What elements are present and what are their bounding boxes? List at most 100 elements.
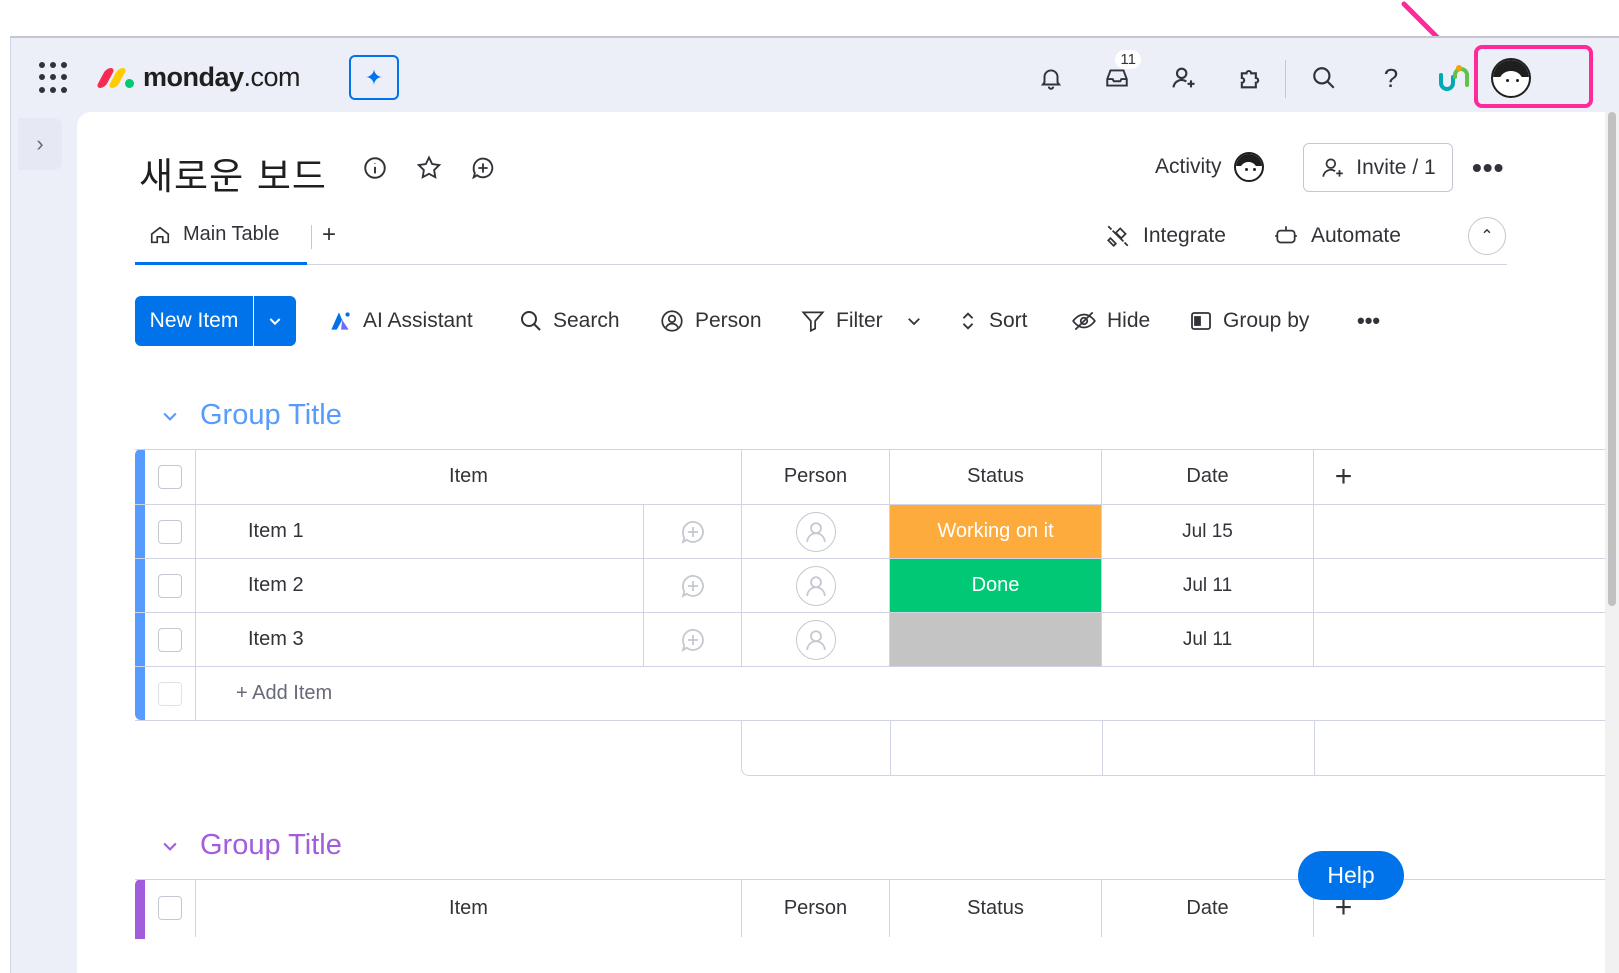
monday-logo[interactable]: monday.com <box>95 62 301 93</box>
select-all-checkbox[interactable] <box>158 896 182 920</box>
new-item-button[interactable]: New Item <box>135 296 296 346</box>
scrollbar-thumb[interactable] <box>1608 112 1616 606</box>
logo-suffix-text: .com <box>243 62 301 92</box>
search-icon <box>1313 67 1335 89</box>
item-name[interactable]: Item 2 <box>195 559 643 612</box>
add-item-input[interactable]: + Add Item <box>195 667 1619 720</box>
activity-label: Activity <box>1155 155 1222 178</box>
group-header[interactable]: Group Title <box>160 829 342 862</box>
sort-icon <box>962 312 974 330</box>
search-button[interactable] <box>1304 58 1344 98</box>
add-update-button[interactable] <box>643 505 741 558</box>
invite-members-button[interactable] <box>1164 58 1204 98</box>
item-name[interactable]: Item 1 <box>195 505 643 558</box>
person-label: Person <box>695 309 762 332</box>
column-header-item[interactable]: Item <box>195 449 741 504</box>
info-icon[interactable] <box>359 152 391 184</box>
row-checkbox[interactable] <box>158 519 182 544</box>
empty-person-icon <box>795 619 836 660</box>
monday-logo-mark-icon <box>95 66 137 90</box>
apps-marketplace-button[interactable] <box>1230 58 1270 98</box>
column-header-item[interactable]: Item <box>195 879 741 937</box>
add-person-icon <box>1172 67 1195 88</box>
date-cell[interactable]: Jul 15 <box>1101 505 1313 558</box>
vertical-scrollbar[interactable] <box>1605 112 1619 973</box>
inbox-button[interactable]: 11 <box>1097 50 1141 98</box>
column-header-date[interactable]: Date <box>1101 879 1313 937</box>
board-area: 새로운 보드 Activity Invite / 1 ••• Main Tabl… <box>77 112 1619 973</box>
add-update-button[interactable] <box>643 559 741 612</box>
activity-button[interactable]: Activity <box>1155 152 1264 182</box>
bell-icon <box>1040 69 1062 90</box>
sort-button[interactable]: Sort <box>957 296 1028 346</box>
new-item-label: New Item <box>149 309 239 332</box>
chevron-right-icon: › <box>36 131 44 156</box>
chevron-down-icon[interactable] <box>160 836 180 856</box>
chevron-down-icon[interactable] <box>160 406 180 426</box>
board-more-button[interactable]: ••• <box>1472 152 1504 184</box>
expand-sidebar-button[interactable]: › <box>18 118 62 170</box>
group-title[interactable]: Group Title <box>200 399 342 432</box>
user-avatar[interactable] <box>1489 56 1533 100</box>
person-filter-button[interactable]: Person <box>659 296 762 346</box>
add-item-checkbox <box>158 681 182 706</box>
help-question-button[interactable]: ? <box>1371 58 1411 98</box>
filter-button[interactable]: Filter <box>800 296 923 346</box>
date-cell[interactable]: Jul 11 <box>1101 559 1313 612</box>
hide-button[interactable]: Hide <box>1071 296 1150 346</box>
add-update-button[interactable] <box>643 613 741 666</box>
person-cell[interactable] <box>741 559 889 612</box>
table-row: Item 3 Jul 11 <box>135 613 1619 667</box>
activity-avatar-icon <box>1233 152 1264 182</box>
tab-main-table[interactable]: Main Table <box>135 207 307 265</box>
date-cell[interactable]: Jul 11 <box>1101 613 1313 666</box>
column-header-status[interactable]: Status <box>889 449 1101 504</box>
notifications-button[interactable] <box>1031 58 1071 98</box>
table-row: Item 1 Working on it Jul 15 <box>135 505 1619 559</box>
eye-slash-icon <box>1072 311 1096 331</box>
star-icon[interactable] <box>413 152 445 184</box>
invite-button[interactable]: Invite / 1 <box>1303 143 1453 192</box>
add-update-icon[interactable] <box>467 152 499 184</box>
column-header-person[interactable]: Person <box>741 449 889 504</box>
chevron-down-icon[interactable] <box>905 312 923 330</box>
group-title[interactable]: Group Title <box>200 829 342 862</box>
group-header[interactable]: Group Title <box>160 399 342 432</box>
group-by-label: Group by <box>1223 309 1310 332</box>
ai-assistant-label: AI Assistant <box>363 309 473 332</box>
summary-row <box>741 721 1619 776</box>
toolbar-more-button[interactable]: ••• <box>1357 296 1380 346</box>
new-item-dropdown-button[interactable] <box>253 296 296 346</box>
help-button[interactable]: Help <box>1298 851 1404 900</box>
add-view-button[interactable]: + <box>322 221 336 249</box>
board-title[interactable]: 새로운 보드 <box>139 146 327 200</box>
search-icon <box>521 311 541 331</box>
ai-assistant-button[interactable]: AI Assistant <box>327 296 473 346</box>
row-checkbox[interactable] <box>158 627 182 652</box>
board-toolbar: New Item AI Assistant Search Person Filt… <box>135 296 1435 346</box>
person-cell[interactable] <box>741 613 889 666</box>
invite-label: Invite / 1 <box>1356 155 1436 179</box>
integrate-button[interactable]: Integrate <box>1105 223 1226 249</box>
add-column-button[interactable]: + <box>1313 449 1373 504</box>
select-all-checkbox[interactable] <box>158 464 182 489</box>
sparkle-icon: ✦ <box>364 64 384 90</box>
collapse-header-button[interactable]: ⌃ <box>1468 217 1506 255</box>
ai-sparkle-button[interactable]: ✦ <box>349 55 399 100</box>
row-checkbox[interactable] <box>158 573 182 598</box>
automate-label: Automate <box>1311 224 1401 247</box>
workspace-switcher-button[interactable] <box>1434 58 1474 98</box>
item-name[interactable]: Item 3 <box>195 613 643 666</box>
person-cell[interactable] <box>741 505 889 558</box>
status-cell[interactable]: Done <box>889 559 1101 612</box>
automate-button[interactable]: Automate <box>1273 223 1401 249</box>
column-header-person[interactable]: Person <box>741 879 889 937</box>
search-board-button[interactable]: Search <box>519 296 620 346</box>
top-bar: monday.com ✦ 11 ? <box>11 36 1619 112</box>
group-by-button[interactable]: Group by <box>1189 296 1309 346</box>
status-cell[interactable] <box>889 613 1101 666</box>
status-cell[interactable]: Working on it <box>889 505 1101 558</box>
column-header-status[interactable]: Status <box>889 879 1101 937</box>
apps-grid-icon[interactable] <box>39 62 71 94</box>
column-header-date[interactable]: Date <box>1101 449 1313 504</box>
